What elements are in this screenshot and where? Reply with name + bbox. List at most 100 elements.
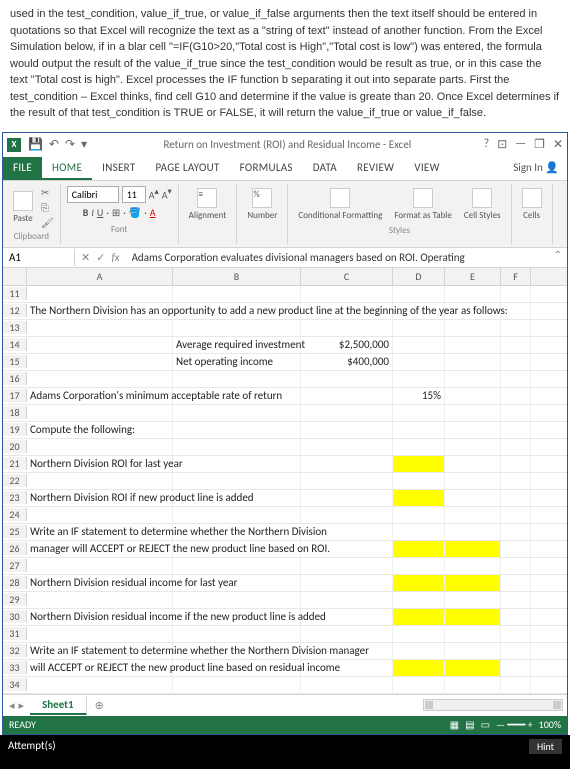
alignment-button[interactable]: ≡Alignment [185, 186, 231, 223]
cell[interactable] [501, 626, 531, 642]
cell[interactable] [301, 286, 393, 302]
cell[interactable] [445, 575, 501, 591]
cell[interactable] [445, 626, 501, 642]
cell[interactable] [445, 507, 501, 523]
cell[interactable] [501, 541, 531, 557]
cell[interactable] [301, 473, 393, 489]
cell[interactable] [301, 388, 393, 404]
tab-file[interactable]: FILE [3, 157, 42, 180]
row-header-33[interactable]: 33 [3, 661, 27, 674]
cell[interactable] [501, 439, 531, 455]
paste-button[interactable]: Paste [9, 189, 37, 226]
cell[interactable] [393, 541, 445, 557]
add-sheet-button[interactable]: ⊕ [87, 699, 112, 712]
cell[interactable] [445, 473, 501, 489]
cell[interactable] [393, 473, 445, 489]
maximize-icon[interactable]: ❐ [534, 137, 545, 152]
cell[interactable] [173, 677, 301, 693]
cell[interactable] [173, 592, 301, 608]
row-header-12[interactable]: 12 [3, 304, 27, 317]
cell[interactable]: Compute the following: [27, 422, 173, 438]
row-header-16[interactable]: 16 [3, 372, 27, 385]
cell[interactable] [501, 456, 531, 472]
cell[interactable] [173, 660, 301, 676]
cell[interactable] [27, 677, 173, 693]
row-header-21[interactable]: 21 [3, 457, 27, 470]
cell[interactable] [173, 456, 301, 472]
tab-formulas[interactable]: FORMULAS [230, 157, 303, 180]
cell[interactable] [501, 609, 531, 625]
cell[interactable] [445, 541, 501, 557]
cell[interactable] [393, 643, 445, 659]
cell[interactable]: Average required investment [173, 337, 301, 353]
number-button[interactable]: %Number [243, 186, 281, 223]
cell[interactable] [173, 286, 301, 302]
cell[interactable] [393, 456, 445, 472]
cell[interactable] [27, 558, 173, 574]
minimize-icon[interactable]: — [515, 137, 526, 152]
cell[interactable] [445, 439, 501, 455]
horizontal-scrollbar[interactable] [423, 699, 563, 711]
cell[interactable] [501, 507, 531, 523]
row-header-34[interactable]: 34 [3, 678, 27, 691]
hint-button[interactable]: Hint [529, 739, 562, 754]
cell[interactable] [173, 320, 301, 336]
cell[interactable] [445, 592, 501, 608]
cell[interactable] [27, 473, 173, 489]
cell[interactable] [501, 575, 531, 591]
tab-nav-prev[interactable]: ◂ [9, 699, 15, 712]
enter-icon[interactable]: ✓ [96, 251, 105, 264]
redo-icon[interactable]: ↷ [65, 137, 75, 152]
cell[interactable] [501, 592, 531, 608]
qat-dropdown-icon[interactable]: ▾ [81, 137, 87, 152]
copy-icon[interactable]: ⎘ [41, 201, 54, 214]
row-header-22[interactable]: 22 [3, 474, 27, 487]
save-icon[interactable]: 💾 [28, 137, 43, 152]
col-header-b[interactable]: B [173, 268, 301, 285]
cell-styles-button[interactable]: Cell Styles [460, 186, 505, 223]
cell[interactable] [301, 507, 393, 523]
row-header-29[interactable]: 29 [3, 593, 27, 606]
cancel-icon[interactable]: ✕ [81, 251, 90, 264]
italic-button[interactable]: I [91, 206, 94, 219]
cell[interactable] [445, 388, 501, 404]
tab-insert[interactable]: INSERT [92, 157, 145, 180]
cell[interactable] [445, 524, 501, 540]
col-header-c[interactable]: C [301, 268, 393, 285]
cell[interactable] [501, 388, 531, 404]
cell[interactable] [393, 507, 445, 523]
cell[interactable] [301, 371, 393, 387]
cell[interactable] [393, 524, 445, 540]
cell[interactable] [27, 405, 173, 421]
increase-font-icon[interactable]: A▴ [149, 186, 159, 203]
cell[interactable] [445, 422, 501, 438]
cell[interactable] [445, 371, 501, 387]
cell[interactable]: Northern Division residual income if the… [27, 609, 173, 625]
cell[interactable] [301, 558, 393, 574]
cell[interactable] [393, 337, 445, 353]
row-header-14[interactable]: 14 [3, 338, 27, 351]
cell[interactable] [501, 660, 531, 676]
cell[interactable] [173, 473, 301, 489]
cell[interactable] [393, 490, 445, 506]
undo-icon[interactable]: ↶ [49, 137, 59, 152]
cell[interactable] [393, 558, 445, 574]
cell[interactable] [173, 405, 301, 421]
view-normal-icon[interactable]: ▦ [450, 718, 459, 731]
cell[interactable] [501, 490, 531, 506]
cell[interactable] [301, 490, 393, 506]
row-header-20[interactable]: 20 [3, 440, 27, 453]
cell[interactable] [501, 524, 531, 540]
cell[interactable] [301, 660, 393, 676]
cell[interactable]: will ACCEPT or REJECT the new product li… [27, 660, 173, 676]
tab-nav-next[interactable]: ▸ [19, 699, 25, 712]
cond-format-button[interactable]: Conditional Formatting [294, 186, 386, 223]
cell[interactable] [27, 626, 173, 642]
cell[interactable] [173, 507, 301, 523]
tab-home[interactable]: HOME [42, 157, 92, 180]
cells-button[interactable]: Cells [518, 186, 546, 223]
row-header-32[interactable]: 32 [3, 644, 27, 657]
cell[interactable]: $400,000 [301, 354, 393, 370]
name-box[interactable]: A1 [3, 249, 75, 266]
tab-data[interactable]: DATA [303, 157, 347, 180]
